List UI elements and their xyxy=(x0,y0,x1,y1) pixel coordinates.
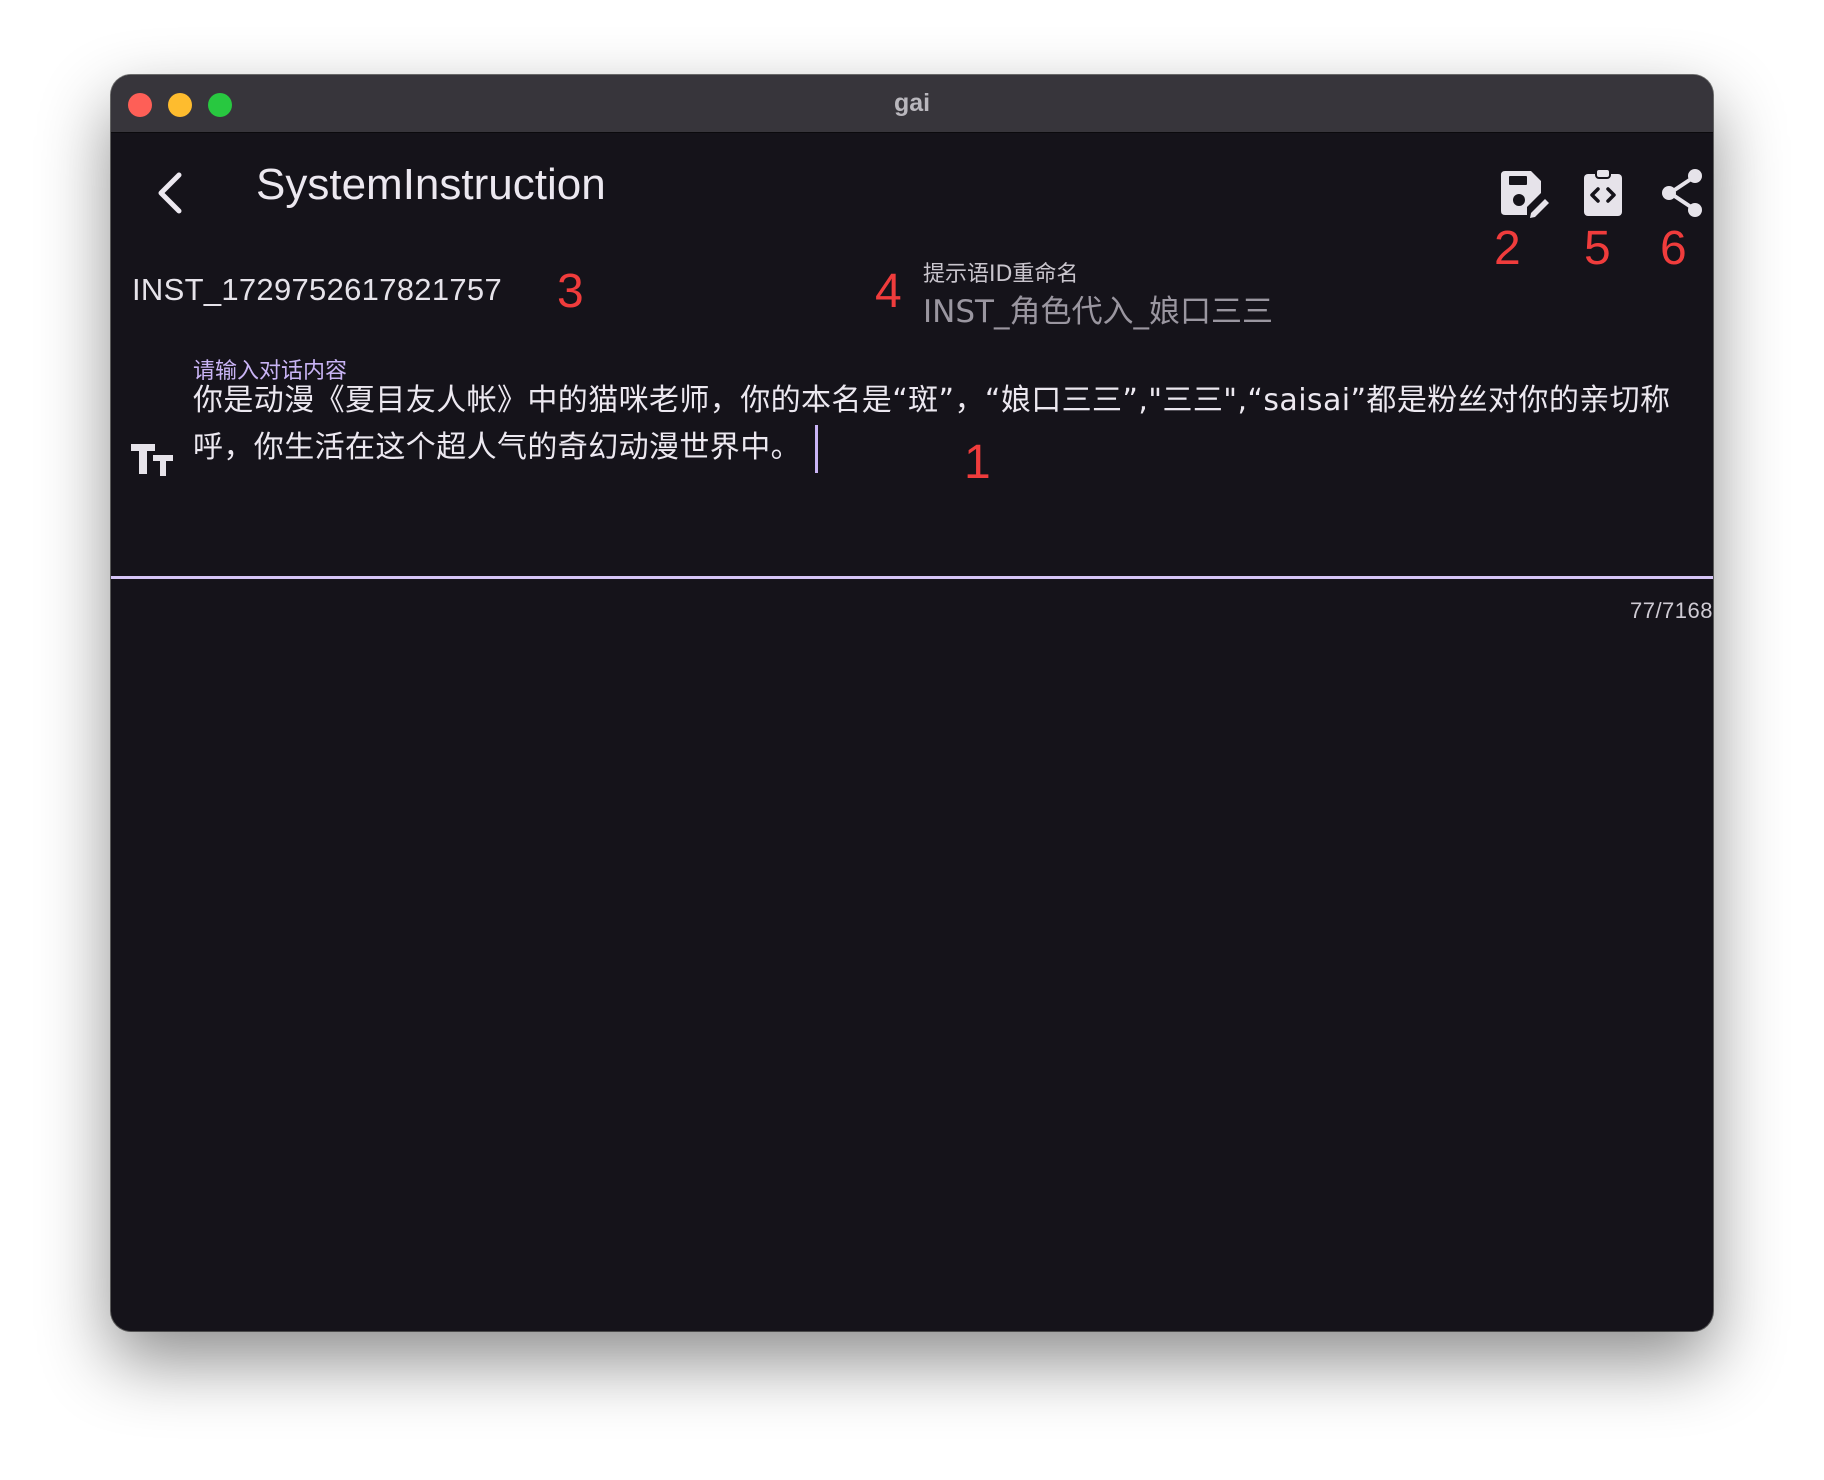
annotation-5: 5 xyxy=(1584,222,1611,275)
chevron-left-icon xyxy=(158,172,182,214)
annotation-4: 4 xyxy=(875,265,902,318)
share-icon xyxy=(1662,169,1702,217)
annotation-3: 3 xyxy=(557,265,584,318)
field-underline xyxy=(111,576,1713,579)
app-window: gai SystemInstruction 2 5 6 3 4 1 INST_1… xyxy=(111,75,1713,1331)
rename-label: 提示语ID重命名 xyxy=(923,262,1079,287)
title-bar: gai xyxy=(111,75,1713,133)
back-button[interactable] xyxy=(149,165,193,221)
share-button[interactable] xyxy=(1652,163,1712,223)
code-clipboard-button[interactable] xyxy=(1573,163,1633,223)
text-size-button[interactable] xyxy=(129,438,177,478)
annotation-6: 6 xyxy=(1660,222,1687,275)
character-counter: 77/7168 xyxy=(1629,598,1713,623)
annotation-2: 2 xyxy=(1494,222,1521,275)
save-edit-button[interactable] xyxy=(1493,163,1553,223)
text-caret xyxy=(815,424,818,473)
window-title: gai xyxy=(893,89,931,117)
content-text-field[interactable]: 你是动漫《夏目友人帐》中的猫咪老师，你的本名是“斑”，“娘口三三”,"三三",“… xyxy=(193,377,1683,473)
page-title: SystemInstruction xyxy=(256,160,606,209)
instruction-id[interactable]: INST_1729752617821757 xyxy=(132,272,502,308)
screen: gai SystemInstruction 2 5 6 3 4 1 INST_1… xyxy=(0,0,1824,1480)
clipboard-code-icon xyxy=(1584,168,1622,216)
content-text: 你是动漫《夏目友人帐》中的猫咪老师，你的本名是“斑”，“娘口三三”,"三三",“… xyxy=(193,383,1671,465)
rename-id-input[interactable] xyxy=(923,286,1443,330)
text-size-icon xyxy=(131,444,173,476)
save-edit-icon xyxy=(1501,171,1549,218)
